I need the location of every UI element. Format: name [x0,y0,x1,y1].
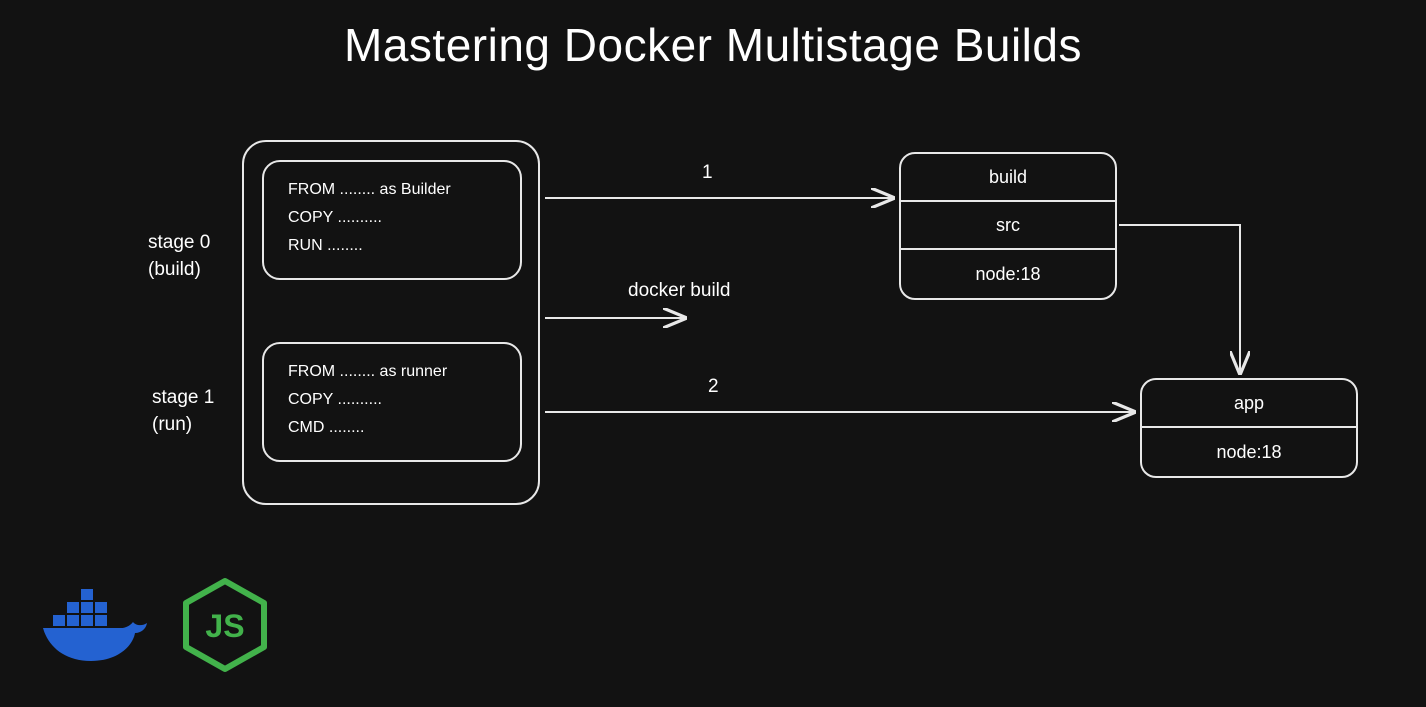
stage1-code-line: CMD ........ [288,414,502,442]
stage0-label: stage 0 (build) [148,230,210,283]
stage1-code-line: FROM ........ as runner [288,358,502,386]
stage0-code-line: RUN ........ [288,232,502,260]
stage1-code-box: FROM ........ as runner COPY .......... … [262,342,522,462]
build-stack-row: src [901,202,1115,250]
dockerfile-container: FROM ........ as Builder COPY ..........… [242,140,540,505]
arrow-label-1: 1 [702,162,713,184]
arrow-build-to-app [1119,225,1240,373]
stage0-code-box: FROM ........ as Builder COPY ..........… [262,160,522,280]
app-image-stack: app node:18 [1140,378,1358,478]
stage0-code-line: COPY .......... [288,204,502,232]
stage1-label-line2: (run) [152,414,192,435]
stage1-code-line: COPY .......... [288,386,502,414]
docker-icon [38,580,158,670]
build-stack-row: node:18 [901,250,1115,298]
app-stack-row: app [1142,380,1356,428]
svg-text:JS: JS [205,608,244,644]
stage0-label-line1: stage 0 [148,232,210,253]
stage1-label-line1: stage 1 [152,387,214,408]
nodejs-icon: JS [180,575,270,675]
build-image-stack: build src node:18 [899,152,1117,300]
app-stack-row: node:18 [1142,428,1356,476]
arrow-label-2: 2 [708,376,719,398]
page-title: Mastering Docker Multistage Builds [344,18,1082,72]
stage0-code-line: FROM ........ as Builder [288,176,502,204]
build-stack-row: build [901,154,1115,202]
stage1-label: stage 1 (run) [152,385,214,438]
arrow-label-docker-build: docker build [628,280,730,302]
stage0-label-line2: (build) [148,259,201,280]
